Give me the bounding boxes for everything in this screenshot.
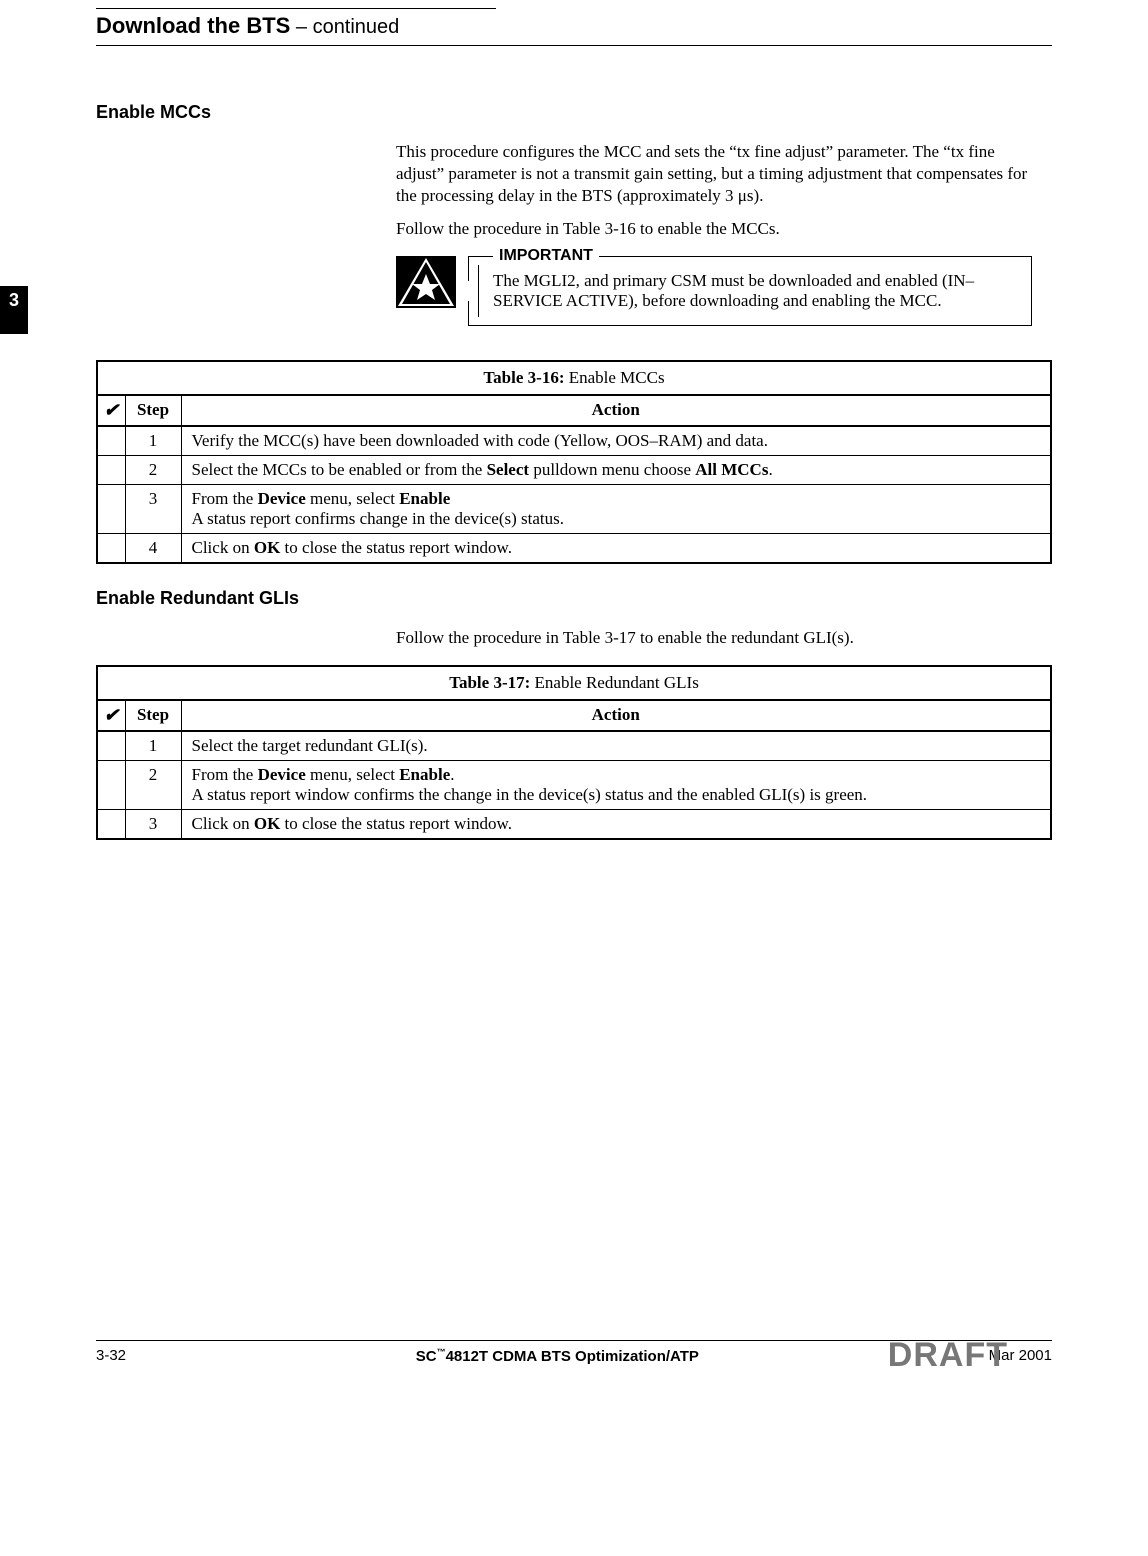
para-2: Follow the procedure in Table 3-16 to en… (396, 218, 1032, 240)
step-number: 1 (125, 426, 181, 456)
action-cell: From the Device menu, select Enable A st… (181, 485, 1051, 534)
col-check: ✔ (97, 395, 125, 426)
body-text: This procedure configures the MCC and se… (396, 141, 1032, 240)
page-number: 3-32 (96, 1347, 126, 1364)
chapter-flag-number: 3 (9, 290, 19, 311)
step-number: 4 (125, 534, 181, 564)
col-action: Action (181, 700, 1051, 731)
table-3-16: Table 3-16: Enable MCCs ✔ Step Action 1 … (96, 360, 1052, 564)
important-text: The MGLI2, and primary CSM must be downl… (493, 271, 1017, 311)
section-heading-enable-redundant-glis: Enable Redundant GLIs (96, 588, 1052, 609)
action-cell: Click on OK to close the status report w… (181, 534, 1051, 564)
table-title-prefix: Table 3-17: (449, 673, 530, 692)
important-label: IMPORTANT (493, 247, 599, 265)
action-cell: From the Device menu, select Enable. A s… (181, 760, 1051, 809)
step-number: 3 (125, 485, 181, 534)
col-step: Step (125, 700, 181, 731)
table-title-prefix: Table 3-16: (483, 368, 564, 387)
important-star-icon (396, 256, 456, 308)
action-cell: Click on OK to close the status report w… (181, 809, 1051, 839)
para-3: Follow the procedure in Table 3-17 to en… (396, 627, 1032, 649)
table-title-text: Enable Redundant GLIs (530, 673, 699, 692)
col-action: Action (181, 395, 1051, 426)
step-number: 3 (125, 809, 181, 839)
table-title: Table 3-16: Enable MCCs (97, 361, 1051, 395)
table-3-17: Table 3-17: Enable Redundant GLIs ✔ Step… (96, 665, 1052, 840)
running-head-title: Download the BTS (96, 13, 290, 38)
col-step: Step (125, 395, 181, 426)
table-row: 1 Select the target redundant GLI(s). (97, 731, 1051, 761)
important-callout: IMPORTANT The MGLI2, and primary CSM mus… (396, 256, 1032, 326)
step-number: 2 (125, 456, 181, 485)
table-title: Table 3-17: Enable Redundant GLIs (97, 666, 1051, 700)
draft-watermark: DRAFT (888, 1336, 1008, 1375)
step-number: 1 (125, 731, 181, 761)
table-row: 3 Click on OK to close the status report… (97, 809, 1051, 839)
action-cell: Verify the MCC(s) have been downloaded w… (181, 426, 1051, 456)
col-check: ✔ (97, 700, 125, 731)
footer-center: SC™4812T CDMA BTS Optimization/ATP (126, 1347, 989, 1365)
section-heading-enable-mccs: Enable MCCs (96, 102, 1052, 123)
table-title-text: Enable MCCs (564, 368, 664, 387)
para-1: This procedure configures the MCC and se… (396, 141, 1032, 206)
step-number: 2 (125, 760, 181, 809)
table-row: 2 From the Device menu, select Enable. A… (97, 760, 1051, 809)
running-head: Download the BTS – continued (96, 13, 1052, 39)
table-row: 1 Verify the MCC(s) have been downloaded… (97, 426, 1051, 456)
running-head-continued: – continued (290, 16, 399, 38)
table-row: 3 From the Device menu, select Enable A … (97, 485, 1051, 534)
action-cell: Select the MCCs to be enabled or from th… (181, 456, 1051, 485)
chapter-flag: 3 (0, 286, 28, 334)
table-row: 2 Select the MCCs to be enabled or from … (97, 456, 1051, 485)
body-text: Follow the procedure in Table 3-17 to en… (396, 627, 1032, 649)
table-row: 4 Click on OK to close the status report… (97, 534, 1051, 564)
action-cell: Select the target redundant GLI(s). (181, 731, 1051, 761)
